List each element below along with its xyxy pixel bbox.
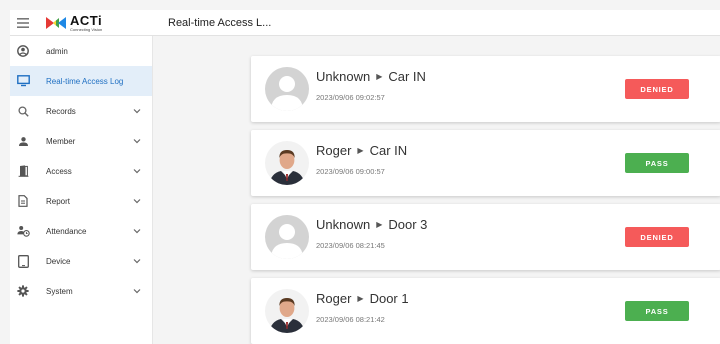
status-badge: PASS [625,301,689,321]
log-entry-card[interactable]: Unknown ▶ Car IN 2023/09/06 09:02:57 DEN… [251,56,720,122]
play-arrow-icon: ▶ [376,72,383,81]
sidebar-item-device[interactable]: Device [10,246,152,276]
sidebar-item-realtime-access-log[interactable]: Real-time Access Log [10,66,152,96]
chevron-down-icon[interactable] [132,286,142,296]
sidebar-item-label: Report [46,196,71,206]
play-arrow-icon: ▶ [357,146,364,155]
app-window: ACTi Connecting Vision Real-time Access … [0,0,720,344]
chevron-down-icon[interactable] [132,256,142,266]
sidebar-item-report[interactable]: Report [10,186,152,216]
sidebar-item-label: Real-time Access Log [46,76,124,86]
chevron-down-icon[interactable] [132,196,142,206]
entry-timestamp: 2023/09/06 08:21:42 [316,315,385,324]
default-avatar [265,215,309,259]
entry-name: Roger [316,291,352,306]
sidebar-item-member[interactable]: Member [10,126,152,156]
page-title: Real-time Access L... [168,16,272,29]
chevron-down-icon[interactable] [132,166,142,176]
account-circle-icon [16,44,30,58]
sidebar-item-label: admin [46,46,68,56]
entry-timestamp: 2023/09/06 08:21:45 [316,241,385,250]
entry-name: Roger [316,143,352,158]
entry-location: Car IN [388,69,426,84]
status-badge: DENIED [625,79,689,99]
log-entry-card[interactable]: Roger ▶ Door 1 2023/09/06 08:21:42 PASS [251,278,720,344]
entry-name: Unknown [316,69,371,84]
entry-timestamp: 2023/09/06 09:00:57 [316,167,385,176]
sidebar-item-label: Device [46,256,71,266]
gear-icon [16,284,30,298]
sidebar-item-attendance[interactable]: Attendance [10,216,152,246]
entry-timestamp: 2023/09/06 09:02:57 [316,93,385,102]
sidebar-item-system[interactable]: System [10,276,152,306]
sidebar-item-label: Attendance [46,226,87,236]
status-badge: PASS [625,153,689,173]
sidebar-item-access[interactable]: Access [10,156,152,186]
chevron-down-icon[interactable] [132,226,142,236]
person-icon [16,134,30,148]
monitor-icon [16,74,30,88]
sidebar-item-label: System [46,286,73,296]
tablet-icon [16,254,30,268]
person-clock-icon [16,224,30,238]
play-arrow-icon: ▶ [376,220,383,229]
user-photo-avatar [265,141,309,185]
sidebar-item-records[interactable]: Records [10,96,152,126]
entry-name: Unknown [316,217,371,232]
logo-tagline: Connecting Vision [70,26,103,32]
sidebar: admin Real-time Access Log Records Membe… [10,36,153,344]
chevron-down-icon[interactable] [132,136,142,146]
entry-location: Door 1 [369,291,409,306]
play-arrow-icon: ▶ [357,294,364,303]
door-icon [16,164,30,178]
access-log-list: Unknown ▶ Car IN 2023/09/06 09:02:57 DEN… [153,36,720,344]
logo-mark-icon [46,16,66,29]
default-avatar [265,67,309,111]
search-icon [16,104,30,118]
log-entry-card[interactable]: Unknown ▶ Door 3 2023/09/06 08:21:45 DEN… [251,204,720,270]
user-photo-avatar [265,289,309,333]
entry-location: Door 3 [388,217,428,232]
sidebar-item-admin[interactable]: admin [10,36,152,66]
acti-logo: ACTi Connecting Vision [46,14,150,32]
entry-location: Car IN [369,143,408,158]
chevron-down-icon[interactable] [132,106,142,116]
logo-brand: ACTi [70,12,103,28]
sidebar-item-label: Access [46,166,72,176]
menu-icon[interactable] [10,10,36,36]
sidebar-item-label: Records [46,106,76,116]
sidebar-item-label: Member [46,136,76,146]
log-entry-card[interactable]: Roger ▶ Car IN 2023/09/06 09:00:57 PASS [251,130,720,196]
top-bar: ACTi Connecting Vision Real-time Access … [10,10,720,36]
document-icon [16,194,30,208]
status-badge: DENIED [625,227,689,247]
